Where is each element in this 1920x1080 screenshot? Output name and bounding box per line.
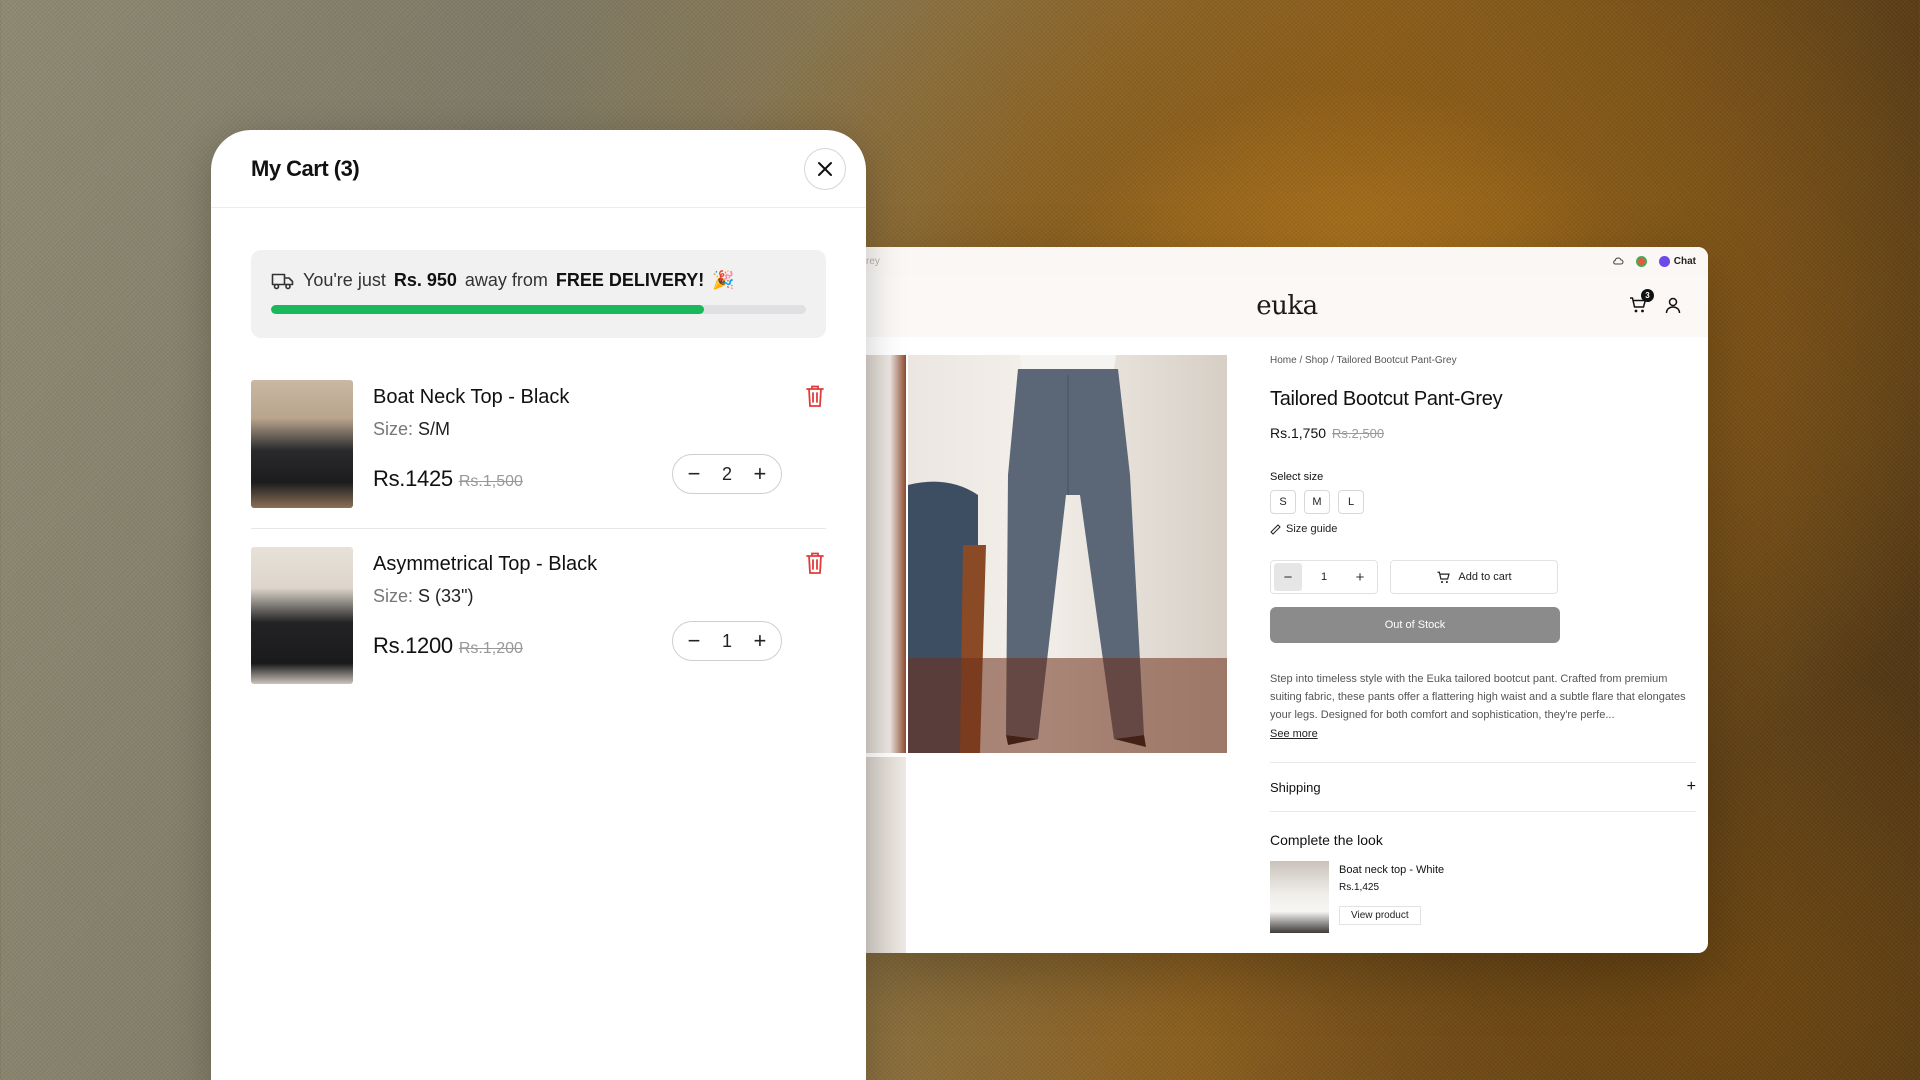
gallery-thumbnails: [866, 355, 906, 953]
product-details: Home / Shop / Tailored Bootcut Pant-Grey…: [1270, 355, 1696, 933]
cart-item-quantity: 2: [721, 463, 732, 484]
product-price-row: Rs.1,750 Rs.2,500: [1270, 425, 1694, 441]
cart-item-name[interactable]: Asymmetrical Top - Black: [373, 553, 826, 576]
cart-item: Boat Neck Top - Black Size: S/M Rs.1425 …: [251, 362, 826, 528]
promo-middle: away from: [464, 270, 548, 290]
product-quantity-value: 1: [1320, 571, 1328, 583]
size-option-m[interactable]: M: [1304, 490, 1330, 514]
cart-items-list: Boat Neck Top - Black Size: S/M Rs.1425 …: [211, 362, 866, 704]
cart-item-original-price: Rs.1,500: [458, 473, 523, 490]
select-size-label: Select size: [1270, 471, 1324, 483]
product-title: Tailored Bootcut Pant-Grey: [1270, 388, 1503, 410]
promo-free-delivery: FREE DELIVERY!: [555, 270, 705, 290]
free-delivery-progress-fill: [271, 305, 705, 314]
party-popper-icon: 🎉: [712, 270, 735, 290]
increase-quantity-button[interactable]: +: [749, 463, 771, 485]
product-page-window: rey Chat euka 3 Home / Shop / Tailored B…: [866, 247, 1708, 953]
add-to-cart-button[interactable]: Add to cart: [1390, 560, 1558, 594]
look-item-name[interactable]: Boat neck top - White: [1339, 864, 1444, 876]
product-photo-illustration: [908, 355, 1227, 753]
url-fragment: rey: [866, 256, 880, 267]
decrease-quantity-button[interactable]: −: [683, 630, 705, 652]
add-to-cart-label: Add to cart: [1458, 571, 1512, 583]
cart-item-original-price: Rs.1,200: [458, 640, 523, 657]
header-cart-button[interactable]: 3: [1628, 289, 1654, 315]
close-icon: [818, 161, 832, 176]
cart-item-price: Rs.1200: [373, 633, 453, 658]
trash-icon[interactable]: [804, 384, 826, 408]
cart-item-quantity-stepper: − 1 +: [672, 621, 782, 661]
cart-item: Asymmetrical Top - Black Size: S (33") R…: [251, 528, 826, 704]
close-cart-button[interactable]: [804, 147, 846, 190]
decrease-quantity-button[interactable]: −: [683, 463, 705, 485]
product-original-price: Rs.2,500: [1332, 426, 1385, 441]
cart-item-size-label: Size:: [373, 586, 414, 606]
promo-amount: Rs. 950: [393, 270, 457, 290]
site-header: euka 3: [866, 275, 1708, 337]
section-divider: [1270, 811, 1696, 812]
product-description: Step into timeless style with the Euka t…: [1270, 673, 1686, 721]
decrease-quantity-button[interactable]: −: [1274, 563, 1302, 591]
chat-bubble-icon: [1658, 255, 1670, 267]
look-item-image[interactable]: [1270, 861, 1329, 933]
trash-icon[interactable]: [804, 551, 826, 575]
product-main-photo[interactable]: [908, 355, 1227, 753]
cart-count-badge: 3: [1641, 289, 1654, 302]
cart-item-quantity: 1: [721, 630, 732, 651]
account-icon[interactable]: [1664, 296, 1682, 314]
increase-quantity-button[interactable]: +: [1346, 563, 1374, 591]
shipping-accordion[interactable]: Shipping +: [1270, 763, 1696, 811]
record-icon[interactable]: [1635, 255, 1647, 267]
cart-item-size: Size: S/M: [373, 419, 826, 440]
size-options: S M L: [1270, 490, 1694, 514]
cart-item-image[interactable]: [251, 380, 353, 508]
cart-icon: [1437, 571, 1451, 583]
ruler-icon: [1270, 523, 1281, 535]
cart-item-quantity-stepper: − 2 +: [672, 454, 782, 494]
delivery-truck-icon: [271, 273, 294, 289]
cart-title: My Cart (3): [251, 155, 360, 181]
size-option-s[interactable]: S: [1270, 490, 1296, 514]
view-product-button[interactable]: View product: [1339, 906, 1421, 925]
cloud-icon[interactable]: [1612, 255, 1624, 267]
shipping-label: Shipping: [1270, 779, 1321, 795]
size-guide-link[interactable]: Size guide: [1270, 523, 1694, 535]
purchase-controls: − 1 + Add to cart: [1270, 560, 1694, 594]
free-delivery-message: You're just Rs. 950 away from FREE DELIV…: [271, 270, 806, 291]
cart-item-size: Size: S (33"): [373, 586, 826, 607]
cart-item-price: Rs.1425: [373, 466, 453, 491]
increase-quantity-button[interactable]: +: [749, 630, 771, 652]
look-item: Boat neck top - White Rs.1,425 View prod…: [1270, 861, 1694, 933]
browser-topbar: rey Chat: [866, 247, 1708, 275]
cart-drawer: My Cart (3) You're just Rs. 950 away fro…: [211, 130, 866, 1080]
product-quantity-stepper: − 1 +: [1270, 560, 1378, 594]
product-price: Rs.1,750: [1270, 425, 1327, 441]
chat-label: Chat: [1673, 255, 1696, 267]
promo-prefix: You're just: [303, 270, 386, 290]
cart-header: My Cart (3): [211, 130, 866, 208]
site-logo[interactable]: euka: [1256, 291, 1318, 321]
cart-item-size-value: S (33"): [418, 586, 474, 606]
size-guide-label: Size guide: [1286, 523, 1338, 535]
gallery-thumbnail[interactable]: [866, 757, 906, 953]
chat-button[interactable]: Chat: [1658, 255, 1696, 267]
size-option-l[interactable]: L: [1338, 490, 1364, 514]
cart-item-image[interactable]: [251, 547, 353, 684]
complete-the-look-title: Complete the look: [1270, 832, 1383, 848]
cart-item-size-value: S/M: [418, 419, 451, 439]
free-delivery-progress: [271, 305, 806, 314]
cart-item-size-label: Size:: [373, 419, 414, 439]
see-more-link[interactable]: See more: [1270, 728, 1694, 740]
out-of-stock-button[interactable]: Out of Stock: [1270, 607, 1560, 643]
cart-item-name[interactable]: Boat Neck Top - Black: [373, 386, 826, 409]
free-delivery-banner: You're just Rs. 950 away from FREE DELIV…: [251, 250, 826, 338]
gallery-thumbnail[interactable]: [866, 355, 906, 753]
look-item-price: Rs.1,425: [1339, 882, 1380, 893]
breadcrumb[interactable]: Home / Shop / Tailored Bootcut Pant-Grey: [1270, 355, 1694, 366]
plus-icon: +: [1686, 778, 1696, 795]
